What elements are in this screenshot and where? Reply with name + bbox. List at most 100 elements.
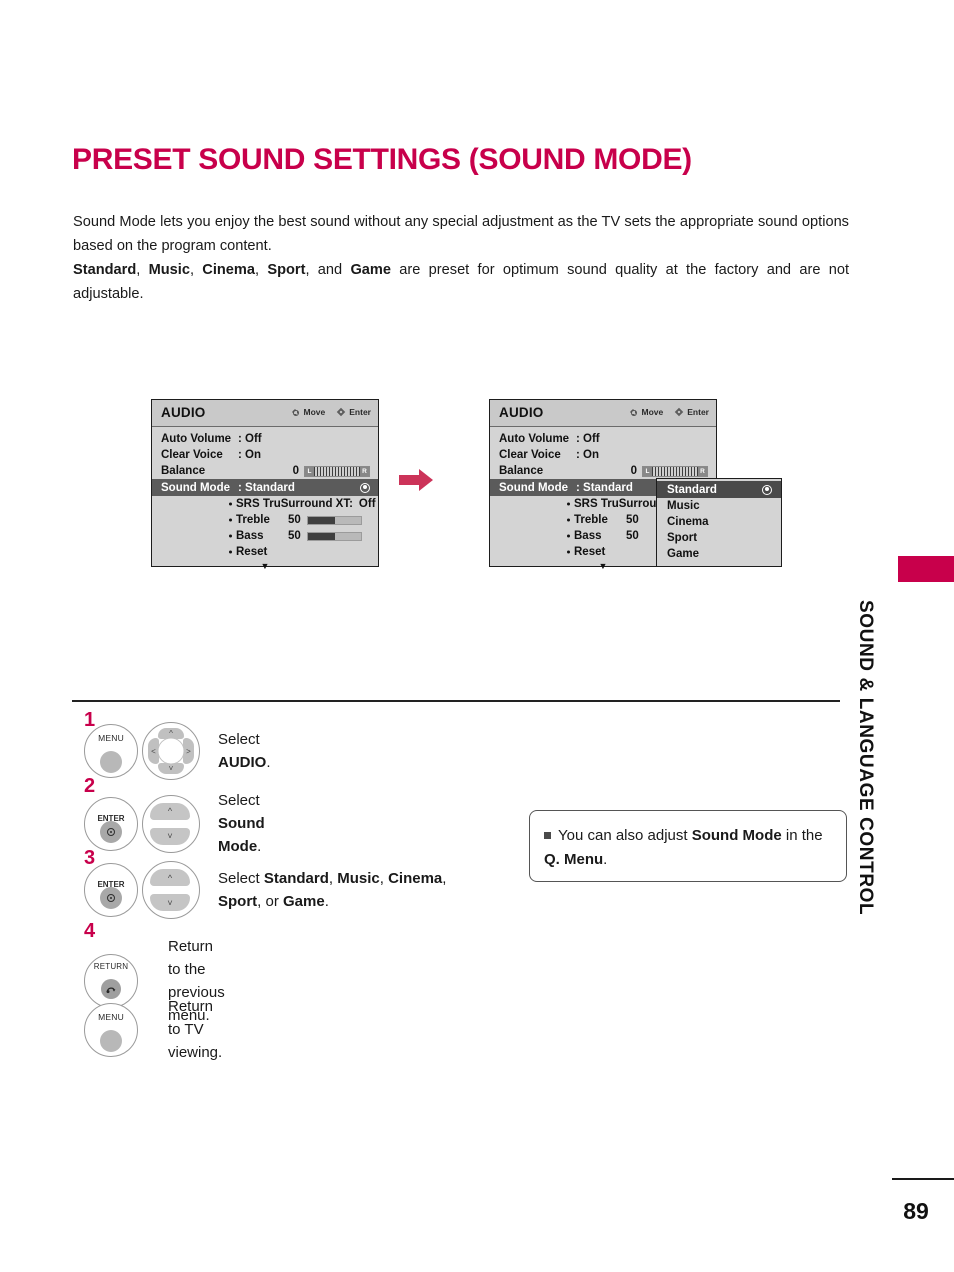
balance-slider[interactable]: 0 L R [293,465,370,477]
step-instruction: Return to TV viewing. [168,998,223,1061]
osd-panel-before: AUDIO Move Enter Auto Volume : Off Clear… [151,399,379,571]
row-label: Clear Voice [161,449,223,461]
step-number: 3 [84,847,96,869]
nav-hub[interactable] [157,737,185,765]
step-bold-standard: Standard [263,870,329,887]
hint-move-label: Move [641,407,664,417]
menu-button[interactable]: MENU [84,1002,138,1057]
balance-slider[interactable]: 0 L R [631,465,708,477]
osd-subrow-treble[interactable]: Treble 50 [152,512,378,528]
sep-4: , and [305,262,351,278]
four-way-nav-wheel[interactable]: ^ ˅ < > [142,722,200,780]
enter-button[interactable]: ENTER [84,796,138,851]
button-knob [100,1029,122,1052]
dropdown-item-game[interactable]: Game [657,546,781,562]
osd-row-clear-voice[interactable]: Clear Voice : On [152,447,378,463]
bass-slider[interactable] [307,531,362,541]
bullet-icon [567,502,570,506]
dropdown-item-standard[interactable]: Standard [657,481,781,498]
button-knob [100,820,122,843]
osd-title: AUDIO [161,405,206,420]
dropdown-item-label: Sport [667,532,698,544]
row-label: Auto Volume [499,433,570,445]
sound-mode-dropdown[interactable]: Standard Music Cinema Sport Game [656,478,782,567]
step-bold-sport: Sport [218,893,258,910]
step-menu-exit: MENU Return to TV viewing. [84,995,222,1064]
subrow-label: Bass [236,530,264,542]
chapter-tab [898,556,954,582]
osd-subrow-bass[interactable]: Bass 50 [152,528,378,544]
balance-bar[interactable]: L R [642,465,708,477]
nav-down-icon[interactable]: ˅ [158,763,184,774]
nav-down-icon[interactable]: ˅ [150,894,190,911]
subrow-value: 50 [288,530,301,542]
step-text-post: . [266,754,271,771]
row-value: : On [576,449,599,461]
bullet-icon [229,502,232,506]
balance-bar[interactable]: L R [304,465,370,477]
step-instruction: Select AUDIO. [218,728,271,774]
step-number: 4 [84,920,96,942]
dpad-icon [629,408,638,417]
nav-right-icon[interactable]: > [183,738,194,764]
nav-up-icon[interactable]: ^ [150,802,190,820]
note-text: You can also adjust Sound Mode in the Q.… [544,824,834,872]
section-divider [72,700,840,702]
menu-button[interactable]: MENU [84,724,138,778]
treble-slider[interactable] [307,515,362,525]
osd-title: AUDIO [499,405,544,420]
dropdown-item-label: Music [667,500,700,512]
dropdown-item-music[interactable]: Music [657,498,781,514]
nav-down-icon[interactable]: ˅ [150,827,190,845]
osd-subrow-srs[interactable]: SRS TruSurround XT: Off [152,496,378,512]
bullet-icon [229,534,232,538]
hint-enter-label: Enter [687,407,709,417]
sep-3: , [255,262,268,278]
page-title: PRESET SOUND SETTINGS (SOUND MODE) [72,143,692,176]
button-label: MENU [98,1011,124,1022]
osd-row-auto-volume[interactable]: Auto Volume : Off [490,431,716,447]
bullet-icon [229,518,232,522]
step-bold-cinema: Cinema [388,870,443,887]
dropdown-item-cinema[interactable]: Cinema [657,514,781,530]
osd-subrow-reset[interactable]: Reset [152,544,378,560]
step-bold-game: Game [283,893,325,910]
subrow-value: 50 [626,514,639,526]
row-value: : Off [238,433,262,445]
dropdown-item-label: Game [667,548,699,560]
balance-left-cap: L [643,466,652,476]
note-mid: in the [781,827,823,844]
up-down-nav-wheel[interactable]: ^ ˅ [142,861,200,919]
mode-music: Music [148,262,190,278]
enter-button[interactable]: ENTER [84,863,138,917]
osd-row-balance[interactable]: Balance 0 L R [490,463,716,479]
subrow-value: 50 [626,530,639,542]
note-bullet-icon [544,832,551,839]
row-value: : On [238,449,261,461]
balance-ticks [652,466,698,476]
step-text-bold: AUDIO [218,754,267,771]
footer-rule [892,1178,954,1180]
balance-value: 0 [292,465,299,477]
mode-sport: Sport [267,262,306,278]
osd-header: AUDIO Move Enter [152,400,378,427]
step-instruction: Select Sound Mode. [218,789,265,858]
subrow-label: SRS TruSurround XT: [236,498,353,510]
row-label: Balance [499,465,544,477]
chevron-down-icon[interactable]: ▼ [152,560,378,571]
up-down-nav-wheel[interactable]: ^ ˅ [142,794,200,853]
dropdown-item-sport[interactable]: Sport [657,530,781,546]
intro-tail: are preset for optimum sound quality at … [391,262,821,278]
osd-row-auto-volume[interactable]: Auto Volume : Off [152,431,378,447]
mode-game: Game [350,262,392,278]
step-2: 2 ENTER ^ ˅ Select Sound Mode. [84,776,265,858]
nav-up-icon[interactable]: ^ [150,869,190,886]
dpad-icon [291,408,300,417]
osd-row-balance[interactable]: Balance 0 L R [152,463,378,479]
step-sep-4: , or [257,893,284,910]
osd-row-sound-mode[interactable]: Sound Mode : Standard [152,479,378,496]
radio-selected-icon [762,484,772,495]
osd-row-clear-voice[interactable]: Clear Voice : On [490,447,716,463]
row-label: Auto Volume [161,433,232,445]
osd-hints: Move Enter [629,407,709,417]
